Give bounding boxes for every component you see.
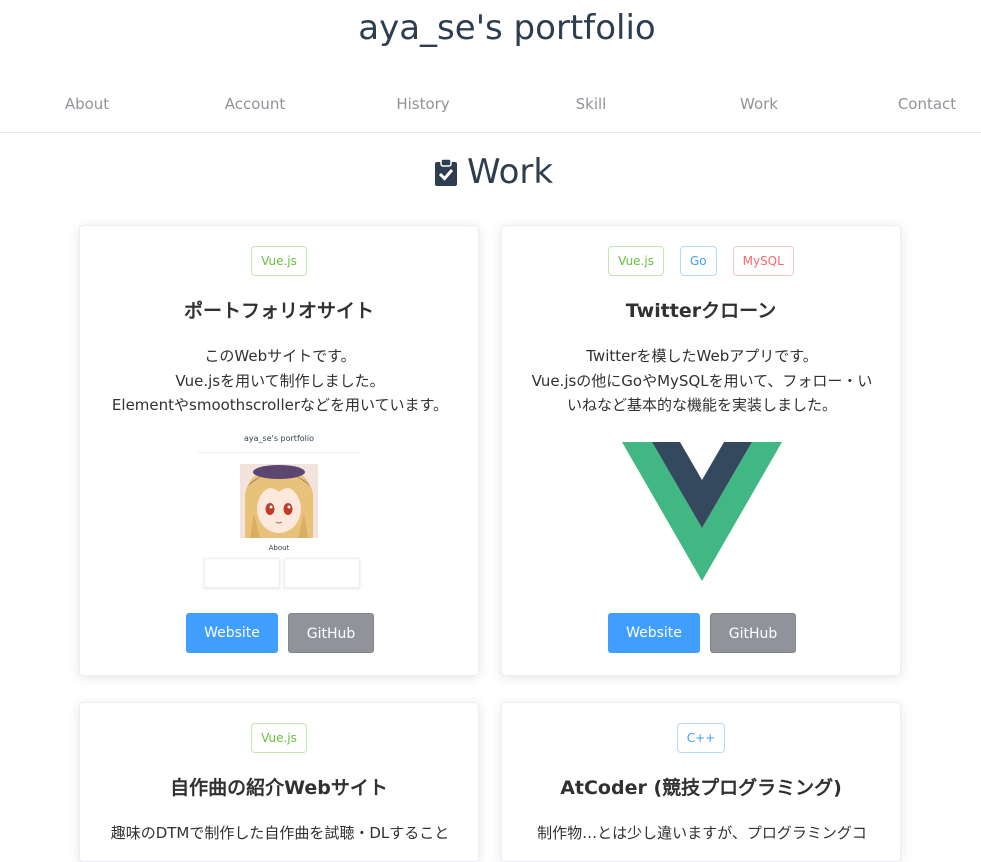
tag-list: Vue.js Go MySQL <box>502 246 900 276</box>
tag-cpp: C++ <box>676 723 726 753</box>
card-title: AtCoder (競技プログラミング) <box>560 777 842 799</box>
website-button[interactable]: Website <box>608 613 700 653</box>
nav-item-contact[interactable]: Contact <box>877 86 977 122</box>
card-description: Twitterを模したWebアプリです。 Vue.jsの他にGoやMySQLを用… <box>531 347 873 414</box>
github-button[interactable]: GitHub <box>288 613 374 653</box>
nav-item-work[interactable]: Work <box>709 86 809 122</box>
card-title: 自作曲の紹介Webサイト <box>170 777 388 799</box>
card-title: Twitterクローン <box>625 300 777 322</box>
website-button[interactable]: Website <box>186 613 278 653</box>
portfolio-screenshot-image: aya_se's portfolio About <box>198 434 360 588</box>
nav-item-account[interactable]: Account <box>205 86 305 122</box>
tag-mysql: MySQL <box>732 246 794 276</box>
section-title-text: Work <box>466 152 554 192</box>
work-card-portfolio: Vue.js ポートフォリオサイト このWebサイトです。 Vue.jsを用いて… <box>79 225 479 676</box>
avatar-illustration <box>240 464 318 538</box>
thumbnail-card <box>284 558 360 588</box>
work-card-music-site: Vue.js 自作曲の紹介Webサイト 趣味のDTMで制作した自作曲を試聴・DL… <box>79 702 479 862</box>
tag-go: Go <box>679 246 717 276</box>
tag-list: Vue.js <box>80 723 478 753</box>
github-button[interactable]: GitHub <box>710 613 796 653</box>
site-title: aya_se's portfolio <box>358 8 656 48</box>
thumbnail-title: aya_se's portfolio <box>244 434 314 443</box>
card-description: 制作物…とは少し違いますが、プログラミングコ <box>537 824 867 842</box>
section-title-work: Work <box>0 150 981 197</box>
card-title: ポートフォリオサイト <box>183 300 374 322</box>
work-card-twitter-clone: Vue.js Go MySQL Twitterクローン Twitterを模したWeb… <box>501 225 901 676</box>
tag-list: C++ <box>502 723 900 753</box>
tag-vuejs: Vue.js <box>251 246 307 276</box>
thumbnail-card <box>204 558 280 588</box>
thumbnail-about-heading: About <box>268 544 290 552</box>
nav-item-about[interactable]: About <box>37 86 137 122</box>
thumbnail-nav-line <box>198 452 360 453</box>
clipboard-check-icon <box>434 153 457 197</box>
tag-vuejs: Vue.js <box>608 246 664 276</box>
nav-item-skill[interactable]: Skill <box>541 86 641 122</box>
card-description: 趣味のDTMで制作した自作曲を試聴・DLすること <box>110 824 450 842</box>
vue-logo-image <box>622 442 782 582</box>
tag-vuejs: Vue.js <box>251 723 307 753</box>
work-card-atcoder: C++ AtCoder (競技プログラミング) 制作物…とは少し違いますが、プロ… <box>501 702 901 862</box>
tag-list: Vue.js <box>80 246 478 276</box>
card-description: このWebサイトです。 Vue.jsを用いて制作しました。 Elementやsm… <box>111 347 449 414</box>
nav-bar: About Account History Skill Work Contact <box>0 86 981 133</box>
nav-item-history[interactable]: History <box>373 86 473 122</box>
